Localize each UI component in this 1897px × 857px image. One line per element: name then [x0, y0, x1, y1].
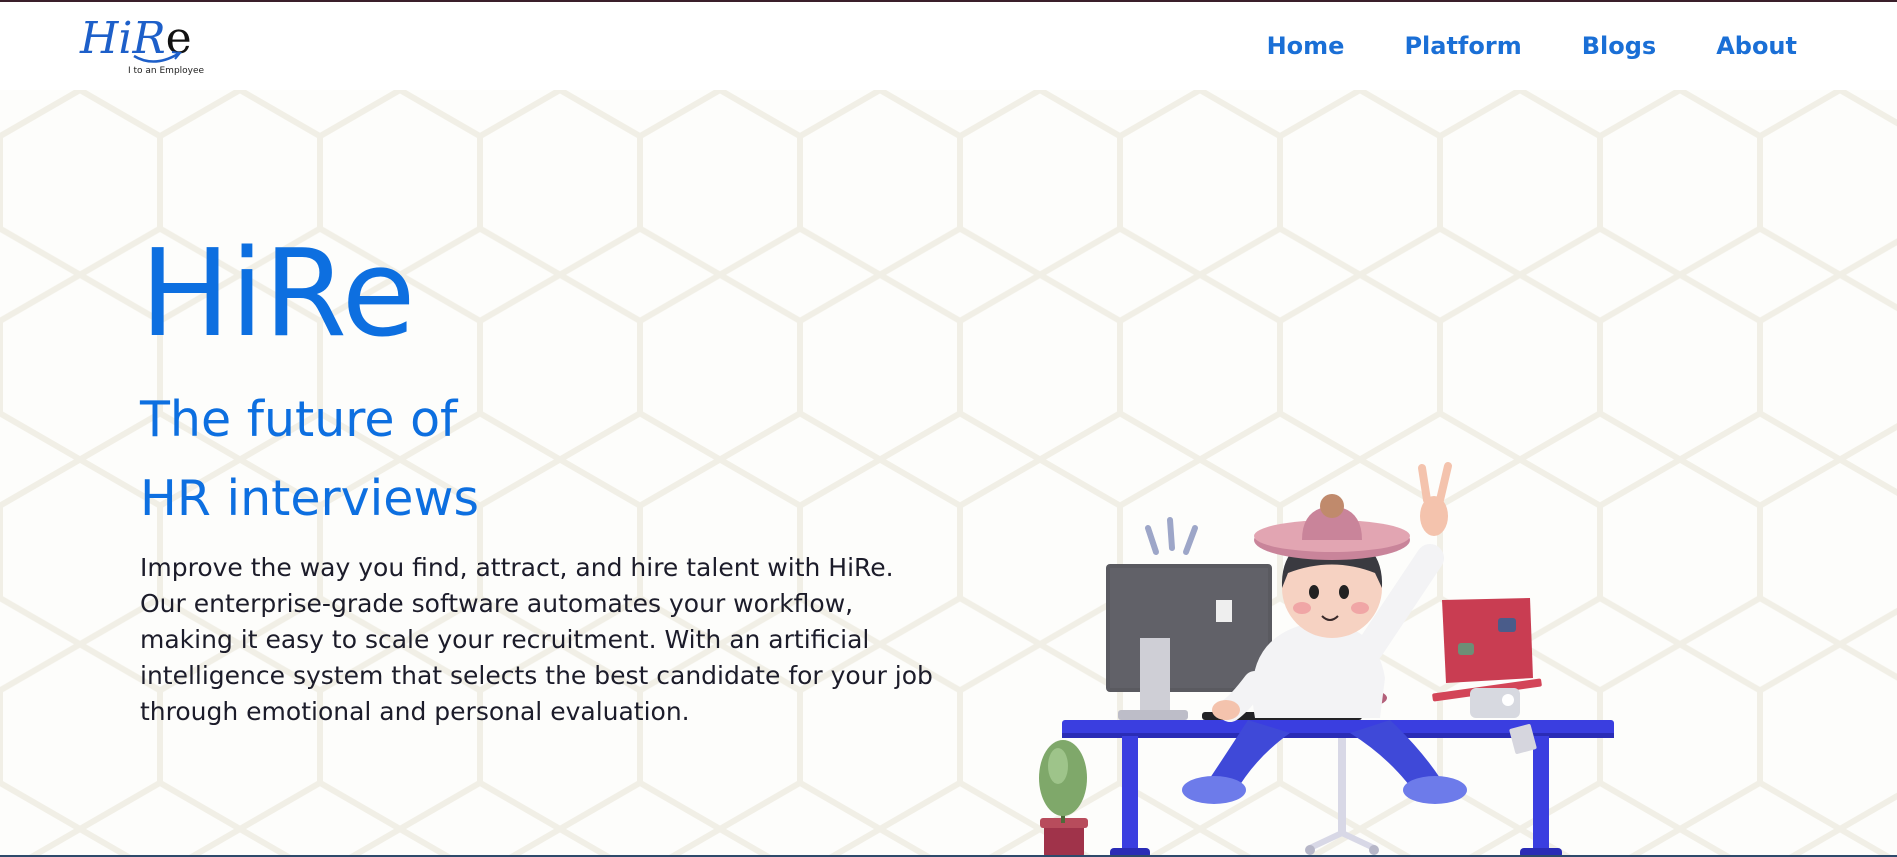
potted-plant-icon: [1039, 740, 1088, 855]
nav-about-link[interactable]: About: [1716, 32, 1797, 60]
nav-blogs-link[interactable]: Blogs: [1582, 32, 1656, 60]
nav-home-link[interactable]: Home: [1267, 32, 1345, 60]
main-nav: Home Platform Blogs About: [1267, 32, 1797, 60]
logo-tagline: I to an Employee: [128, 66, 205, 76]
navbar: HiRe I to an Employee Home Platform Blog…: [0, 2, 1897, 90]
logo-letter-h: H: [80, 13, 119, 64]
hero-description: Improve the way you find, attract, and h…: [140, 553, 933, 726]
person-at-desk-illustration: [1039, 462, 1614, 855]
hire-logo[interactable]: HiRe I to an Employee: [80, 14, 210, 82]
hero-subtitle-line2: HR interviews: [140, 470, 480, 527]
nav-platform-link[interactable]: Platform: [1404, 32, 1521, 60]
laptop-icon: [1432, 598, 1542, 718]
hero-title: HiRe: [140, 225, 416, 364]
hero-subtitle: The future of HR interviews: [140, 380, 479, 538]
hero-section: HiRe The future of HR interviews Improve…: [0, 90, 1897, 855]
hero-subtitle-line1: The future of: [140, 391, 458, 448]
logo-letter-i: i: [118, 13, 133, 64]
